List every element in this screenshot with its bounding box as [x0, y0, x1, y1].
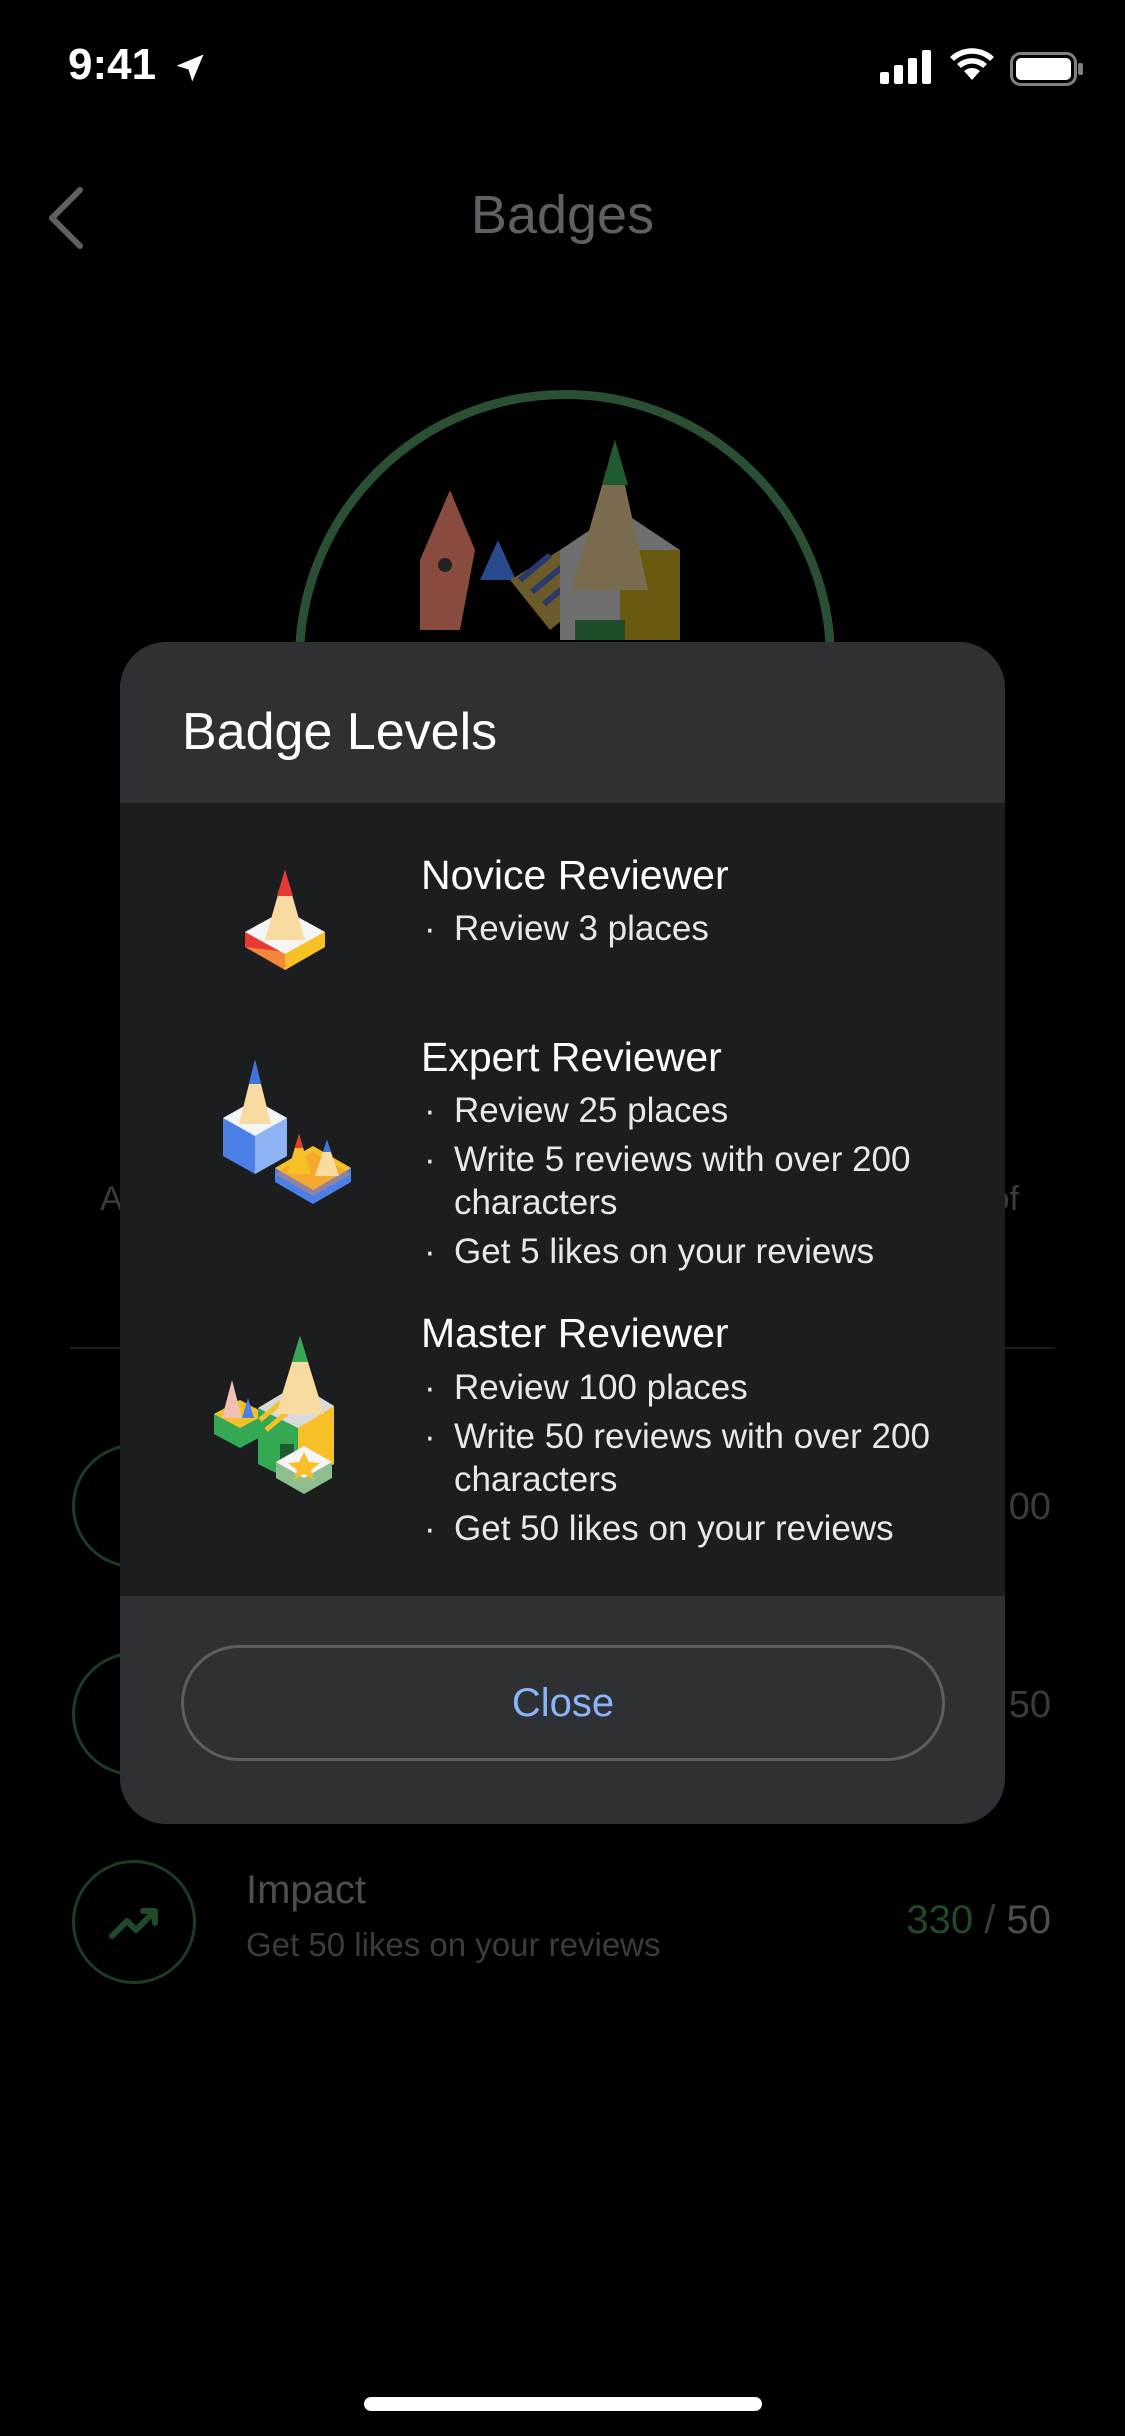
impact-progress-count: 330 / 50: [906, 1898, 1051, 1943]
dialog-title: Badge Levels: [182, 703, 498, 761]
impact-target: 50: [1006, 1898, 1052, 1942]
location-arrow-icon: [176, 54, 204, 82]
bullet: ·: [424, 1140, 436, 1179]
level-requirement: · Write 50 reviews with over 200 characte…: [424, 1417, 930, 1499]
novice-badge-icon: [245, 870, 325, 970]
level-requirement: · Get 5 likes on your reviews: [424, 1232, 875, 1271]
battery-icon: [1010, 52, 1083, 86]
level-requirement: · Get 50 likes on your reviews: [424, 1509, 894, 1548]
bullet: ·: [424, 1368, 436, 1407]
master-badge-icon: [214, 1336, 334, 1494]
level-requirement: · Write 5 reviews with over 200 character…: [424, 1140, 911, 1222]
impact-subtitle: Get 50 likes on your reviews: [246, 1926, 661, 1963]
bullet: ·: [424, 1091, 436, 1130]
level-name: Novice Reviewer: [421, 852, 729, 898]
impact-separator: /: [973, 1898, 1007, 1942]
trending-up-icon: [109, 1908, 158, 1939]
impact-title: Impact: [246, 1868, 367, 1912]
status-bar: 9:41: [0, 0, 1125, 132]
stat-count: 00: [1008, 1486, 1051, 1528]
close-button[interactable]: Close: [181, 1645, 945, 1761]
level-name: Expert Reviewer: [421, 1034, 722, 1080]
master-badge-illustration: [420, 440, 680, 640]
page-title: Badges: [470, 185, 655, 245]
bullet: ·: [424, 1232, 436, 1271]
level-requirement: · Review 100 places: [424, 1368, 748, 1407]
impact-current: 330: [906, 1898, 974, 1942]
bullet: ·: [424, 909, 436, 948]
dialog-header: Badge Levels: [120, 642, 1005, 803]
cellular-signal-icon: [880, 50, 931, 84]
impact-row-icon: [72, 1860, 196, 1984]
expert-badge-icon: [223, 1060, 351, 1204]
home-indicator[interactable]: [364, 2397, 762, 2411]
bullet: ·: [424, 1417, 436, 1456]
badge-levels-dialog: Badge Levels Novice Reviewer · Review 3 p…: [120, 642, 1005, 1824]
wifi-icon: [950, 48, 994, 80]
stat-count: 50: [1008, 1684, 1051, 1726]
level-requirement: · Review 3 places: [424, 909, 709, 948]
bullet: ·: [424, 1509, 436, 1548]
status-time: 9:41: [68, 40, 157, 89]
level-requirement: · Review 25 places: [424, 1091, 729, 1130]
level-name: Master Reviewer: [421, 1310, 729, 1356]
